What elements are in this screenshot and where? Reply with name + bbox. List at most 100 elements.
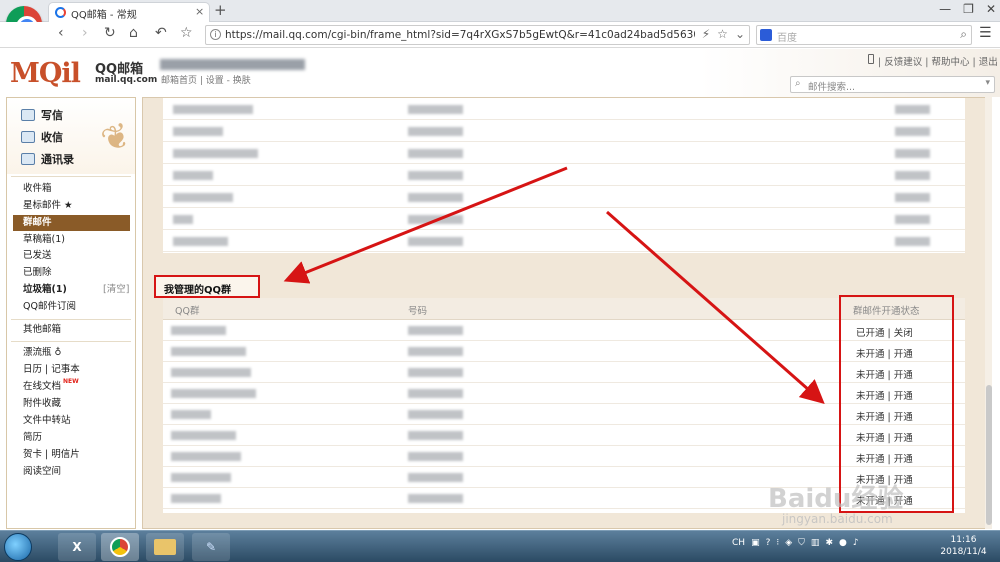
compose-icon [21,109,35,121]
redacted-group-number [408,389,463,398]
phone-icon[interactable] [868,54,874,64]
excel-app-icon[interactable]: X [58,533,96,561]
tool-attachments[interactable]: 附件收藏 [23,396,61,412]
redacted-group-number [408,452,463,461]
redacted-group-name [173,105,253,114]
tool-resume[interactable]: 简历 [23,430,42,446]
redacted-group-number [408,431,463,440]
receive-button[interactable]: 收信 [21,129,63,145]
redacted-group-number [408,193,463,202]
forward-arrow-icon[interactable]: › [82,25,88,41]
close-window-button[interactable]: ✕ [986,2,996,16]
paint-app-icon[interactable]: ✎ [192,533,230,561]
redacted-group-number [408,368,463,377]
table-row[interactable] [163,120,965,142]
network-icon[interactable]: ▥ [811,538,820,548]
qq-mail-favicon-icon [55,7,66,18]
input-language-indicator[interactable]: CH [732,538,745,548]
redacted-status [895,127,930,136]
folder-spam[interactable]: 垃圾箱(1) [23,282,67,298]
other-mailboxes[interactable]: 其他邮箱 [23,322,61,338]
redacted-group-name [173,193,233,202]
bookmark-star-icon[interactable]: ☆ [180,25,193,41]
redacted-group-number [408,347,463,356]
undo-close-icon[interactable]: ↶ [155,25,167,41]
tool-calendar-notes[interactable]: 日历 | 记事本 [23,362,80,378]
redacted-group-number [408,473,463,482]
scrollbar-thumb[interactable] [986,385,992,525]
redacted-status [895,149,930,158]
mail-search-input[interactable]: ⌕ 邮件搜索... ▾ [790,76,995,93]
folder-subscriptions[interactable]: QQ邮件订阅 [23,299,76,315]
dropdown-chevron-icon[interactable]: ⌄ [735,27,745,41]
tool-online-docs[interactable]: 在线文档 [23,379,61,395]
redacted-group-name [171,389,256,398]
tray-overflow-icon[interactable]: ⁝ [776,538,779,548]
redacted-group-name [173,237,228,246]
table-row[interactable] [163,142,965,164]
folder-inbox[interactable]: 收件箱 [23,181,52,197]
maximize-button[interactable]: ❐ [963,2,974,16]
redacted-status [895,105,930,114]
hamburger-menu-icon[interactable]: ☰ [979,25,992,41]
folder-group-mail[interactable]: 群邮件 [13,215,130,231]
bluetooth-icon[interactable]: ✱ [825,538,833,548]
star-icon[interactable]: ☆ [717,27,728,41]
redacted-group-number [408,410,463,419]
home-icon[interactable]: ⌂ [129,25,138,41]
browser-tab[interactable]: QQ邮箱 - 常规 × [48,2,210,22]
tool-cards-postcards[interactable]: 贺卡 | 明信片 [23,447,80,463]
contacts-button[interactable]: 通讯录 [21,151,74,167]
site-info-icon[interactable]: i [210,29,221,40]
table-row[interactable] [163,186,965,208]
table-row[interactable] [163,230,965,252]
main-content: 我管理的QQ群 QQ群 号码 群邮件开通状态 已开通 | 关闭 未开通 | 开通… [142,97,992,529]
chrome-app-icon[interactable] [101,533,139,561]
reload-icon[interactable]: ↻ [104,25,116,41]
browser-search-box[interactable]: 百度 ⌕ [756,25,972,45]
folder-starred[interactable]: 星标邮件 ★ [23,198,73,214]
redacted-group-name [173,149,258,158]
redacted-group-number [408,105,463,114]
tab-close-icon[interactable]: × [195,5,204,18]
new-badge: NEW [63,378,79,385]
url-text[interactable]: https://mail.qq.com/cgi-bin/frame_html?s… [225,29,695,41]
chevron-down-icon[interactable]: ▾ [985,78,990,88]
search-placeholder: 百度 [777,33,797,44]
tool-drift-bottle[interactable]: 漂流瓶 ♁ [23,345,61,361]
file-explorer-icon[interactable] [146,533,184,561]
search-icon[interactable]: ⌕ [960,27,967,42]
table-row[interactable] [163,164,965,186]
clear-spam-link[interactable]: [清空] [103,282,129,298]
help-icon[interactable]: ? [766,538,771,548]
redacted-group-name [171,347,246,356]
folder-sent[interactable]: 已发送 [23,248,52,264]
minimize-button[interactable]: — [939,2,951,16]
volume-icon[interactable]: ♪ [853,538,859,548]
tool-reading-space[interactable]: 阅读空间 [23,464,61,480]
redacted-group-number [408,237,463,246]
folder-drafts[interactable]: 草稿箱(1) [23,232,65,248]
address-bar[interactable]: i https://mail.qq.com/cgi-bin/frame_html… [205,25,750,45]
top-right-links[interactable]: | 反馈建议 | 帮助中心 | 退出 [878,54,998,68]
update-icon[interactable]: ● [839,538,847,548]
system-clock[interactable]: 11:16 2018/11/4 [936,534,991,558]
tray-app-icon[interactable]: ▣ [751,538,760,548]
windows-start-icon[interactable] [4,533,32,561]
redacted-status [895,193,930,202]
system-tray: CH ▣ ? ⁝ ◈ ⛉ ▥ ✱ ● ♪ [732,538,859,548]
shield-icon[interactable]: ⛉ [798,538,805,548]
folder-deleted[interactable]: 已删除 [23,265,52,281]
qq-mail-logo[interactable]: MQil [10,58,81,89]
table-row[interactable] [163,98,965,120]
tab-title: QQ邮箱 - 常规 [71,10,137,21]
compose-button[interactable]: 写信 [21,107,63,123]
table-row[interactable] [163,208,965,230]
security-icon[interactable]: ◈ [785,538,792,548]
back-arrow-icon[interactable]: ‹ [58,25,64,41]
header-sub-links[interactable]: 邮箱首页 | 设置 - 换肤 [161,73,251,86]
new-tab-button[interactable]: + [214,1,227,19]
lightning-icon[interactable]: ⚡ [702,27,710,41]
redacted-group-number [408,127,463,136]
tool-file-transfer[interactable]: 文件中转站 [23,413,71,429]
